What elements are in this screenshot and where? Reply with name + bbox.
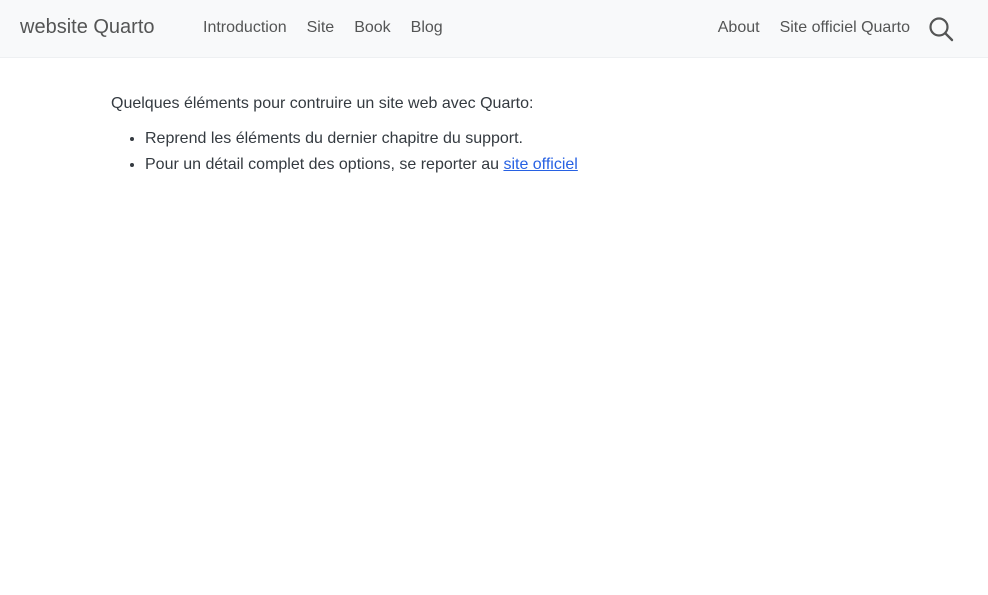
intro-paragraph: Quelques éléments pour contruire un site… xyxy=(111,95,534,112)
nav-about[interactable]: About xyxy=(718,19,760,37)
nav-blog[interactable]: Blog xyxy=(411,19,443,37)
bullet-list: Reprend les éléments du dernier chapitre… xyxy=(111,126,871,178)
list-item-text: Reprend les éléments du dernier chapitre… xyxy=(145,130,523,147)
primary-nav: Introduction Site Book Blog xyxy=(203,19,443,37)
search-icon xyxy=(929,17,954,42)
nav-site-officiel-quarto[interactable]: Site officiel Quarto xyxy=(780,19,910,37)
secondary-nav: About Site officiel Quarto xyxy=(718,19,910,37)
list-item: Pour un détail complet des options, se r… xyxy=(145,152,871,178)
top-navbar: website Quarto Introduction Site Book Bl… xyxy=(0,0,988,58)
site-brand[interactable]: website Quarto xyxy=(20,16,155,39)
search-button[interactable] xyxy=(928,16,954,42)
main-content: Quelques éléments pour contruire un site… xyxy=(111,92,871,178)
nav-book[interactable]: Book xyxy=(354,19,390,37)
list-item: Reprend les éléments du dernier chapitre… xyxy=(145,126,871,152)
nav-introduction[interactable]: Introduction xyxy=(203,19,287,37)
list-item-text: Pour un détail complet des options, se r… xyxy=(145,156,504,173)
nav-site[interactable]: Site xyxy=(307,19,335,37)
site-officiel-link[interactable]: site officiel xyxy=(503,156,577,173)
